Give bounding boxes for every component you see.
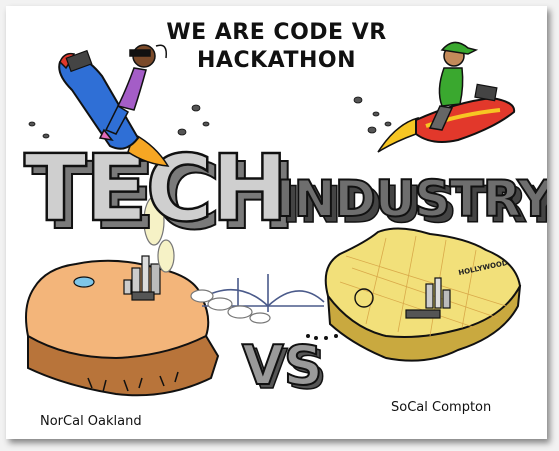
headline-line-1: WE ARE CODE VR [166,20,387,45]
industry-word: INDUSTRY [276,170,547,228]
right-rocket-flame [377,116,419,153]
laptop-icon [474,83,498,102]
socal-caption: SoCal Compton [391,400,492,415]
vs-word: VS [242,334,323,397]
illustration-frame: TECH TECH INDUSTRY INDUSTRY VS VS WE ARE… [6,6,547,439]
norcal-caption: NorCal Oakland [40,414,142,429]
vs-title: VS VS [241,333,327,402]
right-rocket-body [415,96,516,143]
norcal-island-top [25,259,210,360]
industry-title: INDUSTRY INDUSTRY [275,169,547,235]
headline-line-2: HACKATHON [197,48,356,73]
oakland-lake [73,276,95,288]
norcal-island [25,255,220,397]
tech-title: TECH TECH [23,134,297,251]
socal-island [324,227,522,362]
